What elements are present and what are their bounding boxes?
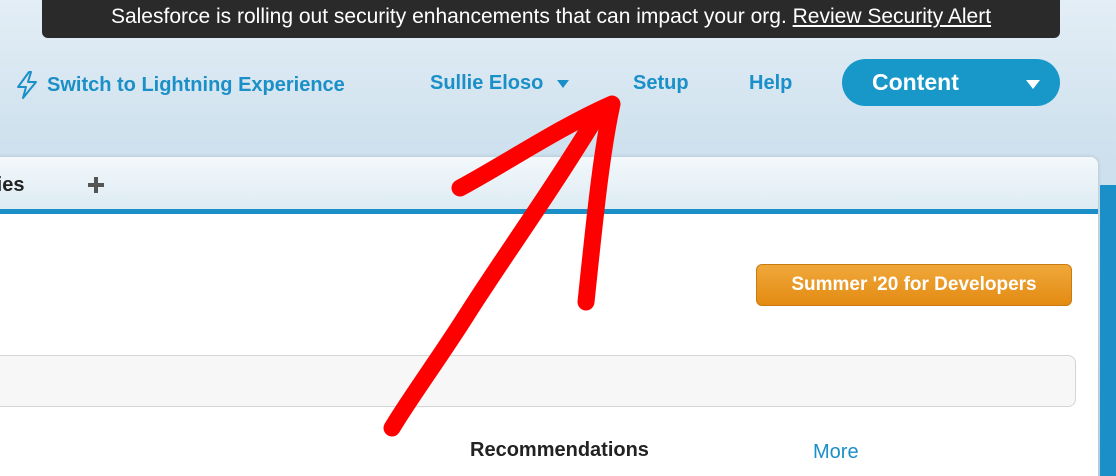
summer-20-developers-button[interactable]: Summer '20 for Developers <box>756 264 1072 306</box>
chevron-down-icon <box>1026 80 1040 89</box>
lightning-bolt-icon <box>15 70 39 100</box>
scroll-edge-strip <box>1100 185 1116 476</box>
main-panel: ties Summer '20 for Developers Recommend… <box>0 157 1098 476</box>
user-menu[interactable]: Sullie Eloso <box>430 72 570 95</box>
content-app-menu-button[interactable]: Content <box>842 59 1060 106</box>
plus-icon[interactable] <box>88 177 104 193</box>
review-security-alert-link[interactable]: Review Security Alert <box>793 5 991 28</box>
more-link[interactable]: More <box>813 441 859 464</box>
search-bar[interactable] <box>0 355 1076 407</box>
security-alert-banner: Salesforce is rolling out security enhan… <box>42 0 1060 38</box>
help-link[interactable]: Help <box>749 72 792 94</box>
setup-link[interactable]: Setup <box>633 72 689 94</box>
security-alert-message: Salesforce is rolling out security enhan… <box>110 5 787 28</box>
tab-partial[interactable]: ties <box>0 174 24 197</box>
switch-to-lightning-label[interactable]: Switch to Lightning Experience <box>47 74 345 97</box>
tab-bar: ties <box>0 157 1098 214</box>
switch-to-lightning-link[interactable]: Switch to Lightning Experience <box>15 70 345 100</box>
chevron-down-icon[interactable] <box>557 79 570 88</box>
content-button-label: Content <box>872 69 959 95</box>
recommendations-heading: Recommendations <box>470 439 649 461</box>
user-name[interactable]: Sullie Eloso <box>430 72 543 95</box>
